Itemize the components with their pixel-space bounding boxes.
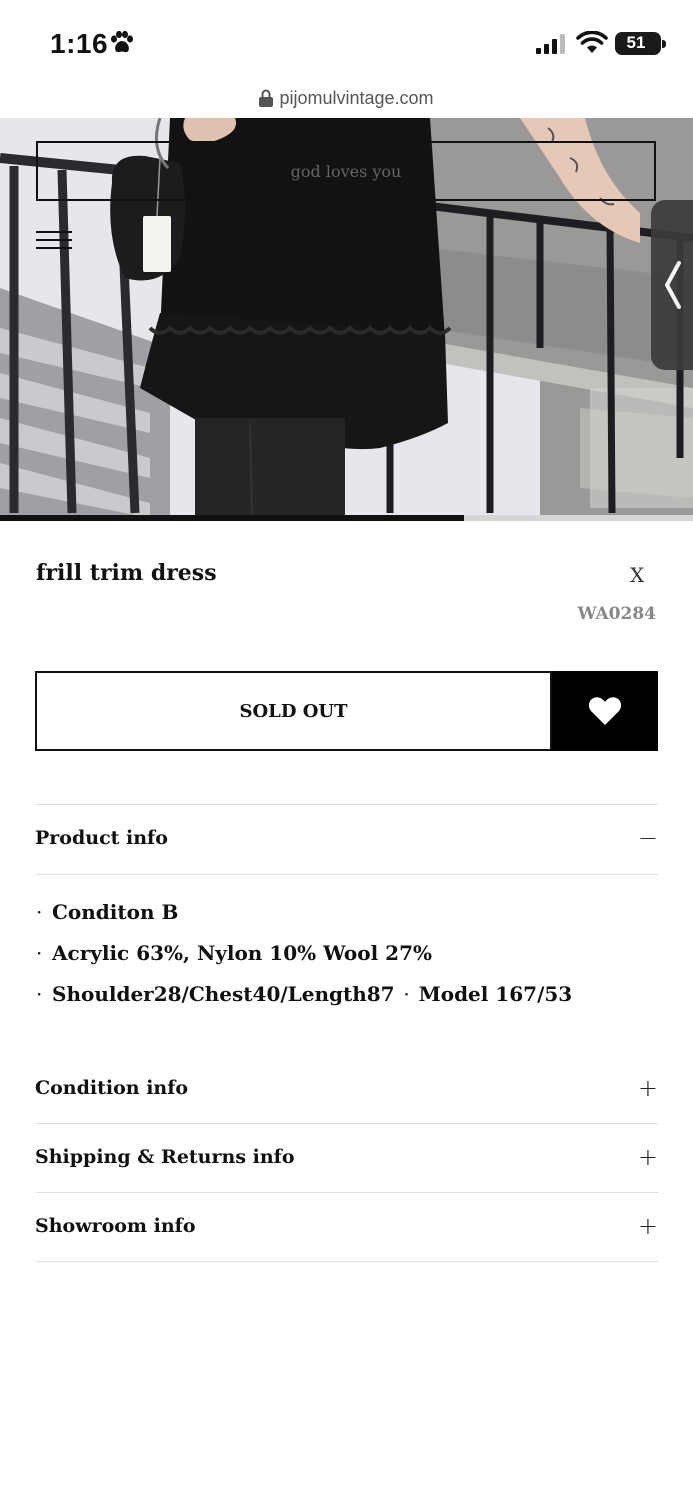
paw-icon: [111, 30, 133, 53]
expand-icon[interactable]: +: [638, 1212, 658, 1240]
divider: [35, 1192, 658, 1193]
product-title: frill trim dress: [36, 560, 217, 586]
model-size-text: Model 167/53: [418, 982, 573, 1006]
signal-icon: [536, 34, 565, 54]
side-panel-tab[interactable]: [651, 200, 693, 370]
lock-icon: [259, 89, 274, 107]
battery-level-text: 51: [626, 33, 646, 52]
heart-icon: [588, 697, 622, 725]
shipping-info-label: Shipping & Returns info: [35, 1146, 295, 1168]
condition-line: · Conditon B: [36, 892, 572, 933]
expand-icon[interactable]: +: [638, 1143, 658, 1171]
material-line: · Acrylic 63%, Nylon 10% Wool 27%: [36, 933, 572, 974]
bullet: ·: [36, 941, 43, 965]
bullet: ·: [403, 982, 410, 1006]
status-time: 1:16: [50, 28, 109, 59]
expand-icon[interactable]: +: [638, 1074, 658, 1102]
image-slider-progress-fill: [0, 515, 465, 521]
sold-out-button[interactable]: SOLD OUT: [35, 671, 552, 751]
material-text: Acrylic 63%, Nylon 10% Wool 27%: [52, 941, 432, 965]
measurements-text: Shoulder28/Chest40/Length87: [52, 982, 395, 1006]
wifi-icon: [576, 31, 608, 53]
wishlist-button[interactable]: [552, 671, 658, 751]
product-info-label: Product info: [35, 827, 168, 849]
menu-icon[interactable]: [36, 231, 72, 253]
url-text: pijomulvintage.com: [279, 88, 434, 108]
battery-icon: 51: [615, 32, 661, 55]
divider: [35, 804, 658, 805]
image-slider-progress[interactable]: [0, 515, 693, 521]
divider: [35, 1123, 658, 1124]
address-bar[interactable]: pijomulvintage.com: [0, 88, 693, 118]
status-bar: 1:16 51: [0, 0, 693, 90]
condition-info-header[interactable]: Condition info +: [35, 1068, 658, 1108]
chevron-left-icon: [665, 261, 681, 309]
banner-text: god loves you: [290, 161, 402, 181]
close-button[interactable]: X: [630, 563, 644, 587]
header-banner[interactable]: god loves you: [36, 141, 656, 201]
divider: [35, 874, 658, 875]
divider: [35, 1261, 658, 1262]
showroom-info-header[interactable]: Showroom info +: [35, 1206, 658, 1246]
bullet: ·: [36, 982, 43, 1006]
condition-text: Conditon B: [52, 900, 179, 924]
battery-cap: [662, 40, 666, 48]
bullet: ·: [36, 900, 43, 924]
condition-info-label: Condition info: [35, 1077, 189, 1099]
product-image[interactable]: god loves you: [0, 118, 693, 518]
purchase-actions: SOLD OUT: [35, 671, 658, 751]
product-sku: WA0284: [577, 604, 656, 624]
product-info-header[interactable]: Product info −: [35, 818, 658, 858]
product-info-content: · Conditon B · Acrylic 63%, Nylon 10% Wool…: [36, 892, 572, 1015]
showroom-info-label: Showroom info: [35, 1215, 196, 1237]
shipping-info-header[interactable]: Shipping & Returns info +: [35, 1137, 658, 1177]
measurement-line: · Shoulder28/Chest40/Length87 · Model 167/5…: [36, 974, 572, 1015]
collapse-icon[interactable]: −: [638, 824, 658, 852]
